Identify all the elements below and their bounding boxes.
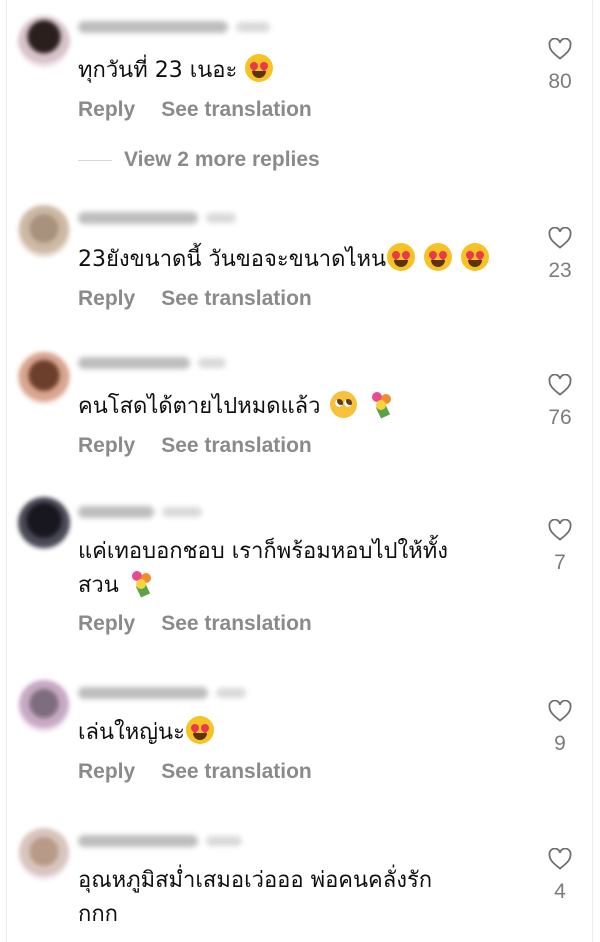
comments-panel: ทุกวันที่ 23 เนอะ Reply See translation … [0, 0, 600, 942]
reply-button[interactable]: Reply [78, 287, 135, 311]
reply-button[interactable]: Reply [78, 98, 135, 122]
like-count: 80 [548, 70, 572, 93]
username-blurred [78, 356, 226, 370]
bouquet-emoji-icon [368, 390, 396, 419]
replies-dash [78, 159, 112, 161]
heart-outline-icon[interactable] [548, 227, 572, 249]
avatar[interactable] [18, 16, 70, 68]
left-divider [6, 0, 7, 942]
like-button[interactable]: 7 [538, 519, 582, 575]
see-translation-button[interactable]: See translation [161, 434, 312, 458]
comment-text: 23ยังขนาดนี้ วันขอจะขนาดไหน [78, 243, 518, 277]
bouquet-emoji-icon [128, 569, 156, 598]
username-blurred [78, 505, 202, 519]
like-count: 9 [554, 732, 566, 755]
like-count: 23 [548, 259, 572, 282]
see-translation-button[interactable]: See translation [161, 287, 312, 311]
heart-eyes-emoji-icon [387, 243, 416, 271]
like-button[interactable]: 9 [538, 700, 582, 756]
avatar[interactable] [18, 497, 70, 549]
see-translation-button[interactable]: See translation [161, 98, 312, 122]
reply-button[interactable]: Reply [78, 434, 135, 458]
reply-button[interactable]: Reply [78, 760, 135, 784]
right-divider [592, 0, 593, 942]
username-blurred [78, 834, 242, 848]
comment-text: ทุกวันที่ 23 เนอะ [78, 54, 518, 88]
heart-eyes-emoji-icon [424, 243, 453, 271]
heart-outline-icon[interactable] [548, 700, 572, 722]
heart-eyes-emoji-icon [461, 243, 490, 271]
avatar[interactable] [18, 828, 70, 880]
reply-button[interactable]: Reply [78, 612, 135, 636]
heart-eyes-emoji-icon [185, 716, 214, 744]
like-button[interactable]: 76 [538, 374, 582, 430]
comment-text: คนโสดได้ตายไปหมดแล้ว [78, 390, 518, 424]
like-button[interactable]: 80 [538, 38, 582, 94]
comment-text: แค่เทอบอกชอบ เราก็พร้อมหอบไปให้ทั้ง สวน [78, 539, 448, 598]
like-count: 4 [554, 880, 566, 903]
comment-text: อุณหภูมิสม่ำเสมอเว่อออ พ่อคนคลั่งรัก กกก [78, 868, 433, 927]
comment-text: เล่นใหญ่นะ [78, 716, 518, 750]
avatar[interactable] [18, 205, 70, 257]
heart-outline-icon[interactable] [548, 519, 572, 541]
heart-outline-icon[interactable] [548, 848, 572, 870]
username-blurred [78, 686, 246, 700]
view-more-replies-label[interactable]: View 2 more replies [124, 148, 320, 172]
see-translation-button[interactable]: See translation [161, 612, 312, 636]
like-count: 7 [554, 551, 566, 574]
heart-outline-icon[interactable] [548, 38, 572, 60]
avatar[interactable] [18, 352, 70, 404]
like-button[interactable]: 4 [538, 848, 582, 904]
heart-eyes-emoji-icon [245, 54, 274, 82]
see-translation-button[interactable]: See translation [161, 760, 312, 784]
pleading-face-emoji-icon [329, 391, 357, 418]
view-more-replies[interactable]: View 2 more replies [78, 148, 320, 172]
like-button[interactable]: 23 [538, 227, 582, 283]
username-blurred [78, 211, 236, 225]
like-count: 76 [548, 406, 572, 429]
avatar[interactable] [18, 680, 70, 732]
username-blurred [78, 20, 270, 34]
heart-outline-icon[interactable] [548, 374, 572, 396]
